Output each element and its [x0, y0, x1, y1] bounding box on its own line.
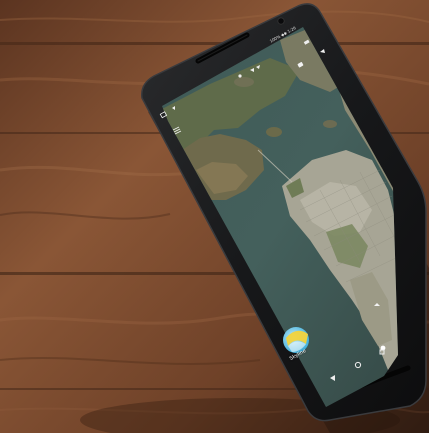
island	[266, 127, 282, 137]
notification-icon	[238, 74, 242, 78]
island	[234, 77, 254, 87]
island	[323, 120, 337, 128]
photo-scene	[0, 0, 429, 433]
front-camera	[277, 17, 285, 25]
plank-seam	[0, 42, 429, 45]
